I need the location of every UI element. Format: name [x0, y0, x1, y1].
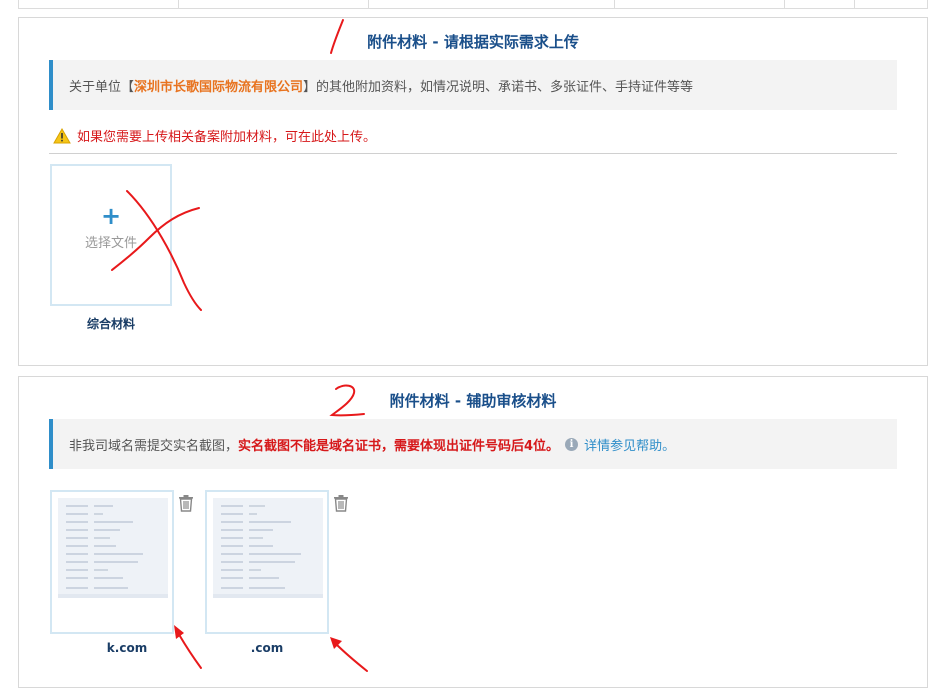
annotation-arrow	[330, 637, 368, 672]
upload-caption: 综合材料	[86, 317, 135, 331]
uploaded-thumbnail[interactable]	[50, 490, 174, 634]
notice-bar: 关于单位【 深圳市长歌国际物流有限公司 】的其他附加资料，如情况说明、承诺书、多张证…	[49, 60, 897, 110]
thumbnail-caption: .com	[250, 641, 284, 655]
divider	[49, 153, 897, 154]
panel-title: 附件材料 - 请根据实际需求上传	[367, 33, 579, 51]
attachment-panel-auxiliary: 附件材料 - 辅助审核材料 非我司域名需提交实名截图， 实名截图不能是域名证书，需…	[18, 376, 928, 688]
notice-bar: 非我司域名需提交实名截图， 实名截图不能是域名证书，需要体现出证件号码后4位。 i 详…	[49, 419, 897, 469]
notice-prefix: 关于单位【	[69, 79, 135, 95]
choose-file-button[interactable]: + 选择文件	[50, 164, 172, 306]
notice-suffix: 】的其他附加资料，如情况说明、承诺书、多张证件、手持证件等等	[303, 79, 694, 95]
warning-triangle-icon	[53, 127, 71, 143]
thumbnail-caption: k.com	[106, 641, 148, 655]
notice-bold: 实名截图不能是域名证书，需要体现出证件号码后4位。	[238, 438, 560, 454]
attachment-panel-general: 附件材料 - 请根据实际需求上传 关于单位【 深圳市长歌国际物流有限公司 】的其他附…	[18, 17, 928, 366]
warning-text: 如果您需要上传相关备案附加材料，可在此处上传。	[77, 130, 377, 145]
panel-title: 附件材料 - 辅助审核材料	[389, 392, 557, 410]
notice-plain: 非我司域名需提交实名截图，	[69, 438, 239, 454]
info-circle-icon: i	[565, 437, 579, 451]
org-name: 深圳市长歌国际物流有限公司	[134, 79, 304, 95]
trash-icon[interactable]	[332, 494, 350, 512]
choose-file-label: 选择文件	[84, 236, 137, 251]
warning-row: 如果您需要上传相关备案附加材料，可在此处上传。	[53, 126, 376, 145]
uploaded-thumbnail[interactable]	[205, 490, 329, 634]
plus-icon: +	[100, 202, 122, 230]
document-preview	[58, 498, 168, 598]
document-preview	[213, 498, 323, 598]
trash-icon[interactable]	[177, 494, 195, 512]
help-link[interactable]: 详情参见帮助。	[584, 435, 675, 454]
top-table-remnant	[18, 0, 928, 9]
